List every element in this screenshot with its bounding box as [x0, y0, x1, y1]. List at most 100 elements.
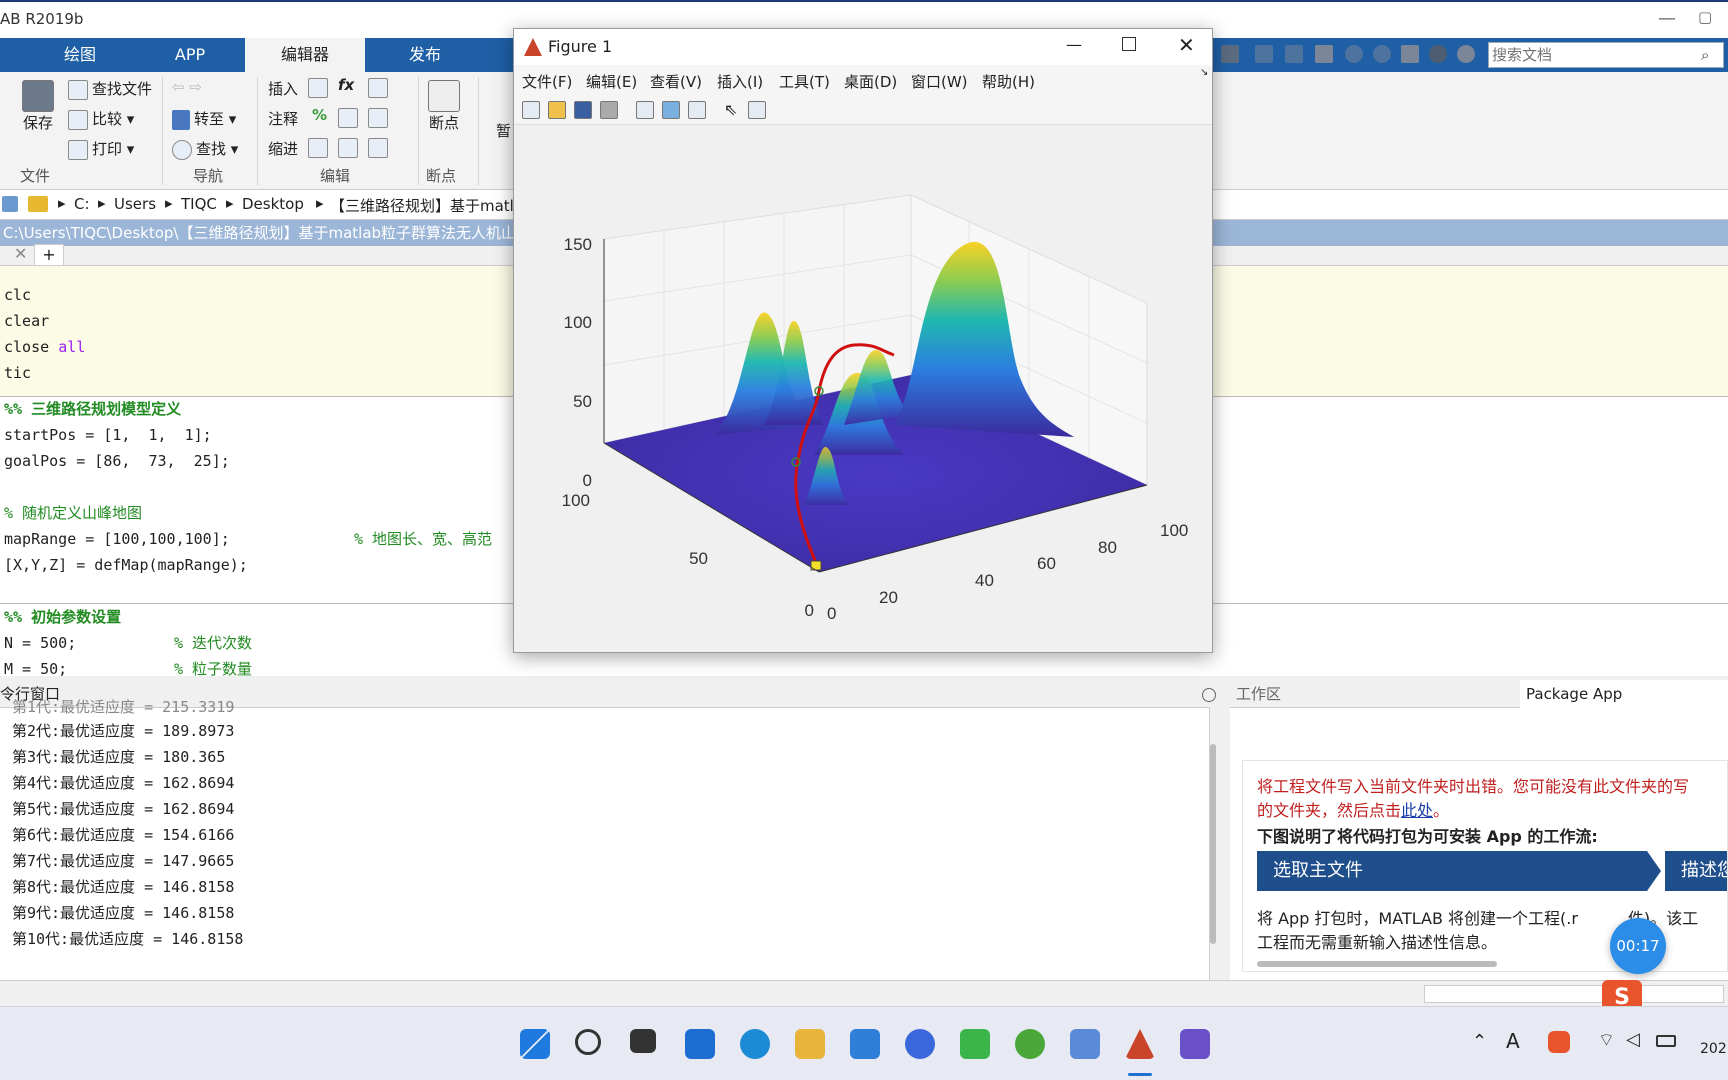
address-segment[interactable]: Desktop — [242, 195, 304, 213]
find-button[interactable]: 查找 ▾ — [172, 138, 238, 160]
redo-icon[interactable] — [1373, 45, 1391, 63]
horizontal-scrollbar[interactable] — [1257, 961, 1497, 967]
snipping-tool-icon[interactable] — [1070, 1029, 1100, 1059]
menu-file[interactable]: 文件(F) — [522, 71, 572, 92]
menu-tools[interactable]: 工具(T) — [779, 71, 830, 92]
address-segment[interactable]: C: — [74, 195, 90, 213]
insert-button[interactable]: 插入 — [268, 78, 298, 99]
decrease-indent-icon[interactable] — [338, 138, 358, 158]
comment-button[interactable]: 注释 — [268, 108, 298, 129]
search-docs-box[interactable]: ⌕ — [1488, 42, 1724, 68]
menu-window[interactable]: 窗口(W) — [911, 71, 968, 92]
save-button[interactable]: 保存 — [22, 80, 54, 133]
colorbar-icon[interactable] — [662, 101, 680, 119]
menu-insert[interactable]: 插入(I) — [717, 71, 763, 92]
wifi-icon[interactable]: ⌔ — [1598, 1029, 1615, 1052]
address-segment[interactable]: Users — [114, 195, 156, 213]
insert-section-icon[interactable] — [308, 78, 328, 98]
print-icon[interactable] — [600, 101, 618, 119]
menu-edit[interactable]: 编辑(E) — [586, 71, 637, 92]
save-icon[interactable] — [1221, 45, 1239, 63]
volume-icon[interactable]: ◁ — [1626, 1029, 1640, 1050]
panel-actions-icon[interactable] — [1202, 688, 1216, 702]
figure-window[interactable]: Figure 1 — ✕ 文件(F) 编辑(E) 查看(V) 插入(I) 工具(… — [513, 28, 1213, 653]
minimize-icon[interactable]: — — [1658, 8, 1676, 29]
search-icon[interactable]: ⌕ — [1701, 46, 1709, 64]
edge-icon[interactable] — [740, 1029, 770, 1059]
copy-icon[interactable] — [1285, 45, 1303, 63]
wrap-comments-icon[interactable] — [368, 108, 388, 128]
new-figure-icon[interactable] — [522, 101, 540, 119]
close-icon[interactable]: ✕ — [1178, 33, 1195, 57]
maximize-icon[interactable] — [1122, 37, 1136, 51]
find-file-button[interactable]: 查找文件 — [68, 78, 152, 100]
here-link[interactable]: 此处 — [1401, 801, 1433, 820]
tray-overflow-icon[interactable]: ⌃ — [1472, 1031, 1487, 1052]
link-plot-icon[interactable] — [636, 101, 654, 119]
close-tab-icon[interactable]: ✕ — [14, 244, 27, 263]
comment-percent-icon[interactable]: % — [312, 106, 327, 124]
open-icon[interactable] — [548, 101, 566, 119]
tab-workspace[interactable]: 工作区 — [1236, 680, 1281, 708]
minimize-icon[interactable]: — — [1066, 35, 1082, 54]
pause-button[interactable]: 暂 — [496, 120, 511, 141]
workflow-step-2[interactable]: 描述您 — [1665, 851, 1727, 891]
property-editor-icon[interactable] — [748, 101, 766, 119]
matlab-icon[interactable] — [1125, 1029, 1155, 1059]
help-icon[interactable] — [1429, 45, 1447, 63]
goto-button[interactable]: 转至 ▾ — [172, 108, 236, 130]
print-button[interactable]: 打印 ▾ — [68, 138, 134, 160]
address-segment[interactable]: 【三维路径规划】基于matla — [330, 195, 523, 216]
maximize-icon[interactable]: ▢ — [1698, 8, 1712, 26]
search-docs-input[interactable] — [1492, 45, 1692, 65]
lync-icon[interactable] — [905, 1029, 935, 1059]
tab-package-app[interactable]: Package App — [1520, 680, 1728, 708]
browse-icon[interactable] — [2, 196, 18, 212]
settings-icon[interactable] — [1457, 45, 1475, 63]
battery-icon[interactable] — [1656, 1035, 1676, 1047]
recording-timer[interactable]: 00:17 — [1610, 918, 1666, 974]
sogou-icon[interactable] — [1548, 1031, 1570, 1053]
start-icon[interactable] — [520, 1029, 550, 1059]
undo-icon[interactable] — [1345, 45, 1363, 63]
dock-icon[interactable]: ↘ — [1200, 67, 1208, 78]
surface-plot[interactable]: 150 100 50 0 100 50 0 0 20 40 60 80 100 — [514, 125, 1212, 653]
pointer-icon[interactable]: ⇖ — [724, 100, 737, 119]
legend-icon[interactable] — [688, 101, 706, 119]
switch-windows-icon[interactable] — [1401, 45, 1419, 63]
menu-help[interactable]: 帮助(H) — [982, 71, 1035, 92]
command-window[interactable]: 第1代:最优适应度 = 215.3319 第2代:最优适应度 = 189.897… — [0, 698, 1216, 980]
indent-button[interactable]: 缩进 — [268, 138, 298, 159]
ie-icon[interactable] — [1015, 1029, 1045, 1059]
insert-menu-icon[interactable] — [368, 78, 388, 98]
menu-desktop[interactable]: 桌面(D) — [844, 71, 897, 92]
breakpoints-button[interactable]: 断点 — [428, 80, 460, 133]
compare-button[interactable]: 比较 ▾ — [68, 108, 134, 130]
search-icon[interactable] — [575, 1029, 601, 1055]
matlab-app-icon[interactable] — [1180, 1029, 1210, 1059]
command-scrollbar[interactable] — [1210, 744, 1216, 944]
tab-publish[interactable]: 发布 — [370, 38, 480, 72]
workflow-step-1[interactable]: 选取主文件 — [1257, 851, 1647, 891]
fx-icon[interactable]: fx — [338, 76, 354, 94]
wechat-icon[interactable] — [960, 1029, 990, 1059]
task-view-icon[interactable] — [630, 1029, 656, 1053]
clock[interactable]: 202 — [1700, 1041, 1727, 1057]
tab-plots[interactable]: 绘图 — [30, 38, 130, 72]
save-icon[interactable] — [574, 101, 592, 119]
widgets-icon[interactable] — [685, 1029, 715, 1059]
increase-indent-icon[interactable] — [368, 138, 388, 158]
ime-icon[interactable]: A — [1506, 1029, 1520, 1053]
paste-icon[interactable] — [1315, 45, 1333, 63]
file-explorer-icon[interactable] — [795, 1029, 825, 1059]
smart-indent-icon[interactable] — [308, 138, 328, 158]
nav-back-forward[interactable]: ⇦ ⇨ — [172, 78, 202, 96]
tab-apps[interactable]: APP — [140, 38, 240, 72]
cut-icon[interactable] — [1255, 45, 1273, 63]
address-segment[interactable]: TIQC — [181, 195, 217, 213]
tab-editor[interactable]: 编辑器 — [245, 38, 365, 72]
uncomment-icon[interactable] — [338, 108, 358, 128]
mail-icon[interactable] — [850, 1029, 880, 1059]
new-tab-icon[interactable]: + — [34, 244, 64, 266]
menu-view[interactable]: 查看(V) — [650, 71, 702, 92]
